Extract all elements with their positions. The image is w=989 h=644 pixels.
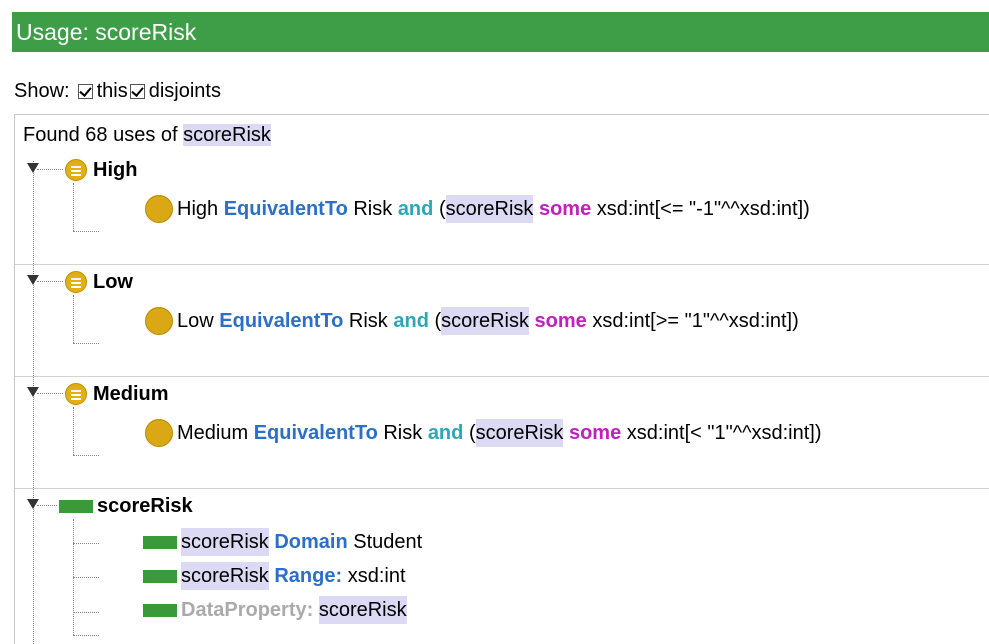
axiom-class: Risk: [383, 422, 423, 444]
axiom-property: scoreRisk: [441, 307, 529, 335]
axiom-keyword-dataproperty: DataProperty:: [181, 599, 314, 621]
tree-connector: [73, 635, 99, 636]
axiom-keyword-and: and: [397, 198, 434, 220]
axiom-paren: (: [434, 310, 442, 332]
tree-connector: [37, 393, 63, 394]
axiom-keyword-some: some: [534, 310, 587, 332]
found-entity: scoreRisk: [183, 124, 271, 146]
axiom-keyword-some: some: [568, 422, 622, 444]
axiom-keyword-and: and: [427, 422, 464, 444]
tree-trunk-line: [33, 161, 34, 644]
tree-connector: [37, 281, 63, 282]
axiom-class: Risk: [353, 198, 393, 220]
usage-title: Usage: scoreRisk: [16, 19, 197, 45]
axiom-icon: [145, 195, 173, 223]
axiom-row-domain[interactable]: scoreRisk Domain Student: [143, 528, 422, 556]
tree-connector: [37, 505, 57, 506]
axiom-keyword-and: and: [393, 310, 429, 332]
group-scorerisk-header[interactable]: scoreRisk: [59, 493, 193, 519]
group-separator: [15, 488, 989, 489]
expanded-triangle-icon[interactable]: [27, 275, 39, 285]
axiom-subject: Medium: [177, 422, 249, 444]
axiom-row-high[interactable]: High EquivalentTo Risk and (scoreRisk so…: [145, 195, 810, 223]
axiom-keyword-range: Range:: [274, 565, 343, 587]
group-low-name: Low: [93, 271, 133, 293]
axiom-paren: (: [438, 198, 446, 220]
disjoints-checkbox-label[interactable]: disjoints: [149, 76, 221, 106]
data-property-icon: [143, 603, 177, 617]
tree-connector: [73, 612, 99, 613]
axiom-keyword-equivalentto: EquivalentTo: [253, 422, 378, 444]
group-low-header[interactable]: Low: [65, 269, 133, 295]
group-medium-name: Medium: [93, 383, 169, 405]
group-separator: [15, 376, 989, 377]
group-scorerisk-name: scoreRisk: [97, 495, 193, 517]
this-checkbox[interactable]: [77, 83, 93, 99]
tree-connector: [37, 169, 63, 170]
show-options: Show: this disjoints: [14, 76, 221, 106]
axiom-property: scoreRisk: [475, 419, 564, 447]
axiom-row-medium[interactable]: Medium EquivalentTo Risk and (scoreRisk …: [145, 419, 822, 447]
axiom-keyword-equivalentto: EquivalentTo: [219, 310, 344, 332]
axiom-row-low[interactable]: Low EquivalentTo Risk and (scoreRisk som…: [145, 307, 799, 335]
axiom-restriction: xsd:int[<= "-1"^^xsd:int]): [596, 198, 810, 220]
group-medium-header[interactable]: Medium: [65, 381, 169, 407]
tree-connector: [73, 543, 99, 544]
individual-icon: [65, 159, 87, 181]
axiom-subject: High: [177, 198, 219, 220]
usage-title-bar: Usage: scoreRisk: [12, 12, 989, 52]
found-uses-text: Found 68 uses of: [23, 124, 178, 146]
found-uses-summary: Found 68 uses of scoreRisk: [23, 122, 271, 148]
group-high-header[interactable]: High: [65, 157, 137, 183]
tree-connector: [73, 343, 99, 344]
axiom-restriction: xsd:int[>= "1"^^xsd:int]): [592, 310, 799, 332]
usage-tree-panel[interactable]: Found 68 uses of scoreRisk High High Equ…: [14, 114, 989, 644]
data-property-icon: [143, 535, 177, 549]
axiom-restriction: xsd:int[< "1"^^xsd:int]): [626, 422, 822, 444]
group-separator: [15, 264, 989, 265]
tree-connector: [73, 231, 99, 232]
axiom-subject: Low: [177, 310, 214, 332]
data-property-icon: [143, 569, 177, 583]
axiom-keyword-domain: Domain: [274, 531, 348, 553]
group-high-name: High: [93, 159, 138, 181]
tree-branch-line: [73, 407, 74, 455]
axiom-declaration-value: scoreRisk: [318, 596, 407, 624]
axiom-icon: [145, 307, 173, 335]
axiom-keyword-some: some: [538, 198, 592, 220]
axiom-paren: (: [468, 422, 476, 444]
tree-connector: [73, 577, 99, 578]
tree-connector: [73, 455, 99, 456]
tree-branch-line: [73, 295, 74, 343]
axiom-property: scoreRisk: [181, 528, 269, 556]
axiom-row-range[interactable]: scoreRisk Range: xsd:int: [143, 562, 406, 590]
axiom-property: scoreRisk: [181, 562, 269, 590]
expanded-triangle-icon[interactable]: [27, 499, 39, 509]
individual-icon: [65, 383, 87, 405]
axiom-class: Risk: [348, 310, 388, 332]
expanded-triangle-icon[interactable]: [27, 163, 39, 173]
axiom-row-declaration[interactable]: DataProperty: scoreRisk: [143, 596, 407, 624]
data-property-icon: [59, 499, 93, 513]
this-checkbox-label[interactable]: this: [97, 76, 128, 106]
individual-icon: [65, 271, 87, 293]
axiom-range-value: xsd:int: [347, 565, 406, 587]
axiom-property: scoreRisk: [445, 195, 534, 223]
axiom-domain-value: Student: [353, 531, 423, 553]
axiom-keyword-equivalentto: EquivalentTo: [223, 198, 348, 220]
axiom-icon: [145, 419, 173, 447]
tree-branch-line: [73, 183, 74, 231]
disjoints-checkbox[interactable]: [129, 83, 145, 99]
show-label: Show:: [14, 80, 70, 102]
expanded-triangle-icon[interactable]: [27, 387, 39, 397]
